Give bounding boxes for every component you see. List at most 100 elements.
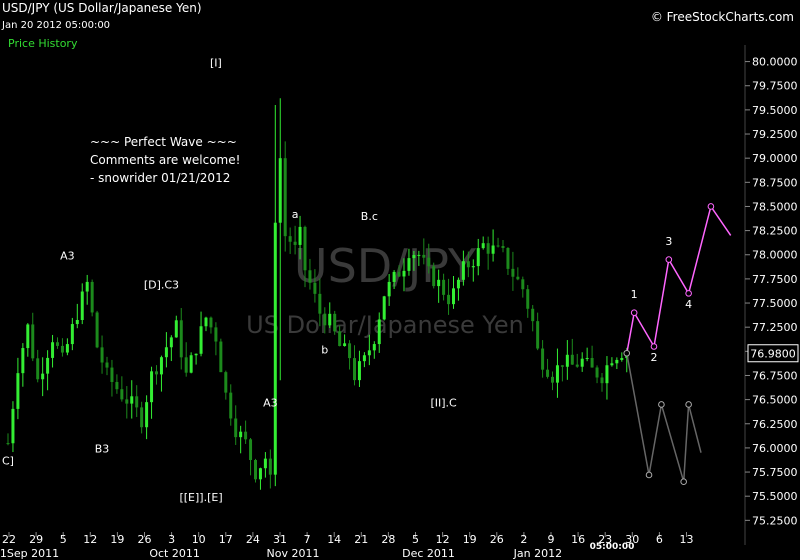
- x-month-label: Jan 2012: [513, 547, 562, 560]
- y-tick-label: 77.7500: [752, 273, 798, 286]
- x-tick-label: 2: [520, 533, 527, 546]
- candle-body: [140, 407, 144, 428]
- candle-body: [343, 343, 347, 347]
- candle-body: [199, 326, 203, 354]
- candle-body: [560, 365, 564, 367]
- candle-body: [555, 365, 559, 383]
- projection-wave-label: 4: [685, 298, 692, 311]
- candle-body: [481, 243, 485, 249]
- x-tick-label: 12: [83, 533, 97, 546]
- candle-body: [610, 363, 614, 366]
- candle-body: [11, 408, 15, 444]
- projection-alt-point: [680, 478, 687, 486]
- x-month-label: 2011Sep 2011: [0, 547, 59, 560]
- current-price-label: 76.9800: [750, 347, 796, 360]
- candle-body: [31, 324, 35, 359]
- candle-body: [219, 341, 223, 373]
- candle-body: [377, 319, 381, 345]
- candle-body: [318, 293, 322, 314]
- candle-body: [65, 344, 69, 353]
- candle-body: [100, 347, 104, 363]
- wave-label: [II].C: [430, 396, 457, 409]
- candle-body: [338, 331, 342, 347]
- candle-body: [273, 222, 277, 475]
- projection-wave-label: 1: [631, 288, 638, 301]
- x-tick-label: 29: [29, 533, 43, 546]
- x-tick-label: 9: [548, 533, 555, 546]
- candle-body: [432, 266, 436, 287]
- y-tick-label: 78.0000: [752, 249, 798, 262]
- candle-body: [75, 320, 79, 325]
- candle-body: [155, 371, 158, 375]
- candle-body: [115, 381, 119, 390]
- y-tick-label: 75.2500: [752, 514, 798, 527]
- candle-body: [174, 320, 178, 338]
- x-tick-label: 5: [412, 533, 419, 546]
- candle-body: [204, 317, 208, 327]
- candle-body: [476, 248, 480, 267]
- comment-line-3: - snowrider 01/21/2012: [90, 171, 230, 185]
- candle-body: [328, 313, 332, 326]
- candle-body: [130, 396, 134, 404]
- y-tick-label: 78.2500: [752, 225, 798, 238]
- x-month-label: Dec 2011: [402, 547, 455, 560]
- candle-body: [580, 358, 584, 367]
- y-tick-label: 76.7500: [752, 369, 798, 382]
- candle-body: [6, 443, 10, 445]
- candle-body: [95, 312, 99, 348]
- x-tick-label: 24: [246, 533, 260, 546]
- candle-body: [125, 399, 129, 404]
- candle-body: [387, 281, 391, 297]
- projection-up-point: [707, 203, 715, 210]
- candle-body: [283, 158, 287, 237]
- y-tick-label: 79.2500: [752, 128, 798, 141]
- time-cursor-label: 05:00:00: [590, 542, 635, 552]
- x-tick-label: 13: [680, 533, 694, 546]
- price-chart[interactable]: USD/JPY US Dollar/Japanese Yen ~~~ Perfe…: [0, 0, 800, 560]
- candle-body: [615, 359, 619, 364]
- candle-body: [442, 279, 446, 295]
- projection-wave-label: 3: [665, 235, 672, 248]
- candle-body: [407, 258, 411, 271]
- x-month-label: Oct 2011: [149, 547, 200, 560]
- candle-body: [357, 361, 361, 381]
- x-tick-label: 26: [138, 533, 152, 546]
- candle-body: [471, 266, 475, 268]
- projection-alt-point: [658, 401, 665, 408]
- candle-body: [526, 289, 530, 309]
- x-tick-label: 31: [273, 533, 287, 546]
- x-tick-label: 28: [381, 533, 395, 546]
- candle-body: [486, 243, 490, 254]
- x-tick-label: 19: [463, 533, 477, 546]
- x-tick-label: 5: [60, 533, 67, 546]
- y-tick-label: 77.2500: [752, 321, 798, 334]
- y-tick-label: 76.5000: [752, 394, 798, 407]
- wave-label: B.c: [361, 210, 378, 223]
- candle-body: [511, 268, 515, 277]
- x-tick-label: 7: [304, 533, 311, 546]
- price-axis: 75.2500 75.5000 75.7500 76.0000 76.2500 76.50…: [745, 56, 798, 527]
- candle-body: [288, 236, 292, 242]
- x-tick-label: 21: [354, 533, 368, 546]
- watermark-symbol: USD/JPY: [294, 239, 477, 293]
- candle-body: [85, 281, 89, 292]
- x-tick-label: 19: [110, 533, 124, 546]
- candle-body: [169, 337, 173, 348]
- candle-body: [348, 343, 352, 359]
- x-tick-label: 3: [168, 533, 175, 546]
- projection-up-line: [626, 204, 732, 354]
- candle-body: [224, 372, 228, 393]
- candle-body: [402, 270, 406, 277]
- candle-body: [26, 324, 30, 349]
- candle-body: [417, 254, 421, 256]
- candle-body: [412, 255, 416, 259]
- projection-up-point: [665, 256, 673, 263]
- current-price-marker: 76.9800: [747, 344, 799, 363]
- candle-body: [570, 354, 574, 365]
- candle-body: [466, 261, 470, 268]
- candle-body: [135, 396, 139, 408]
- candle-body: [60, 345, 64, 353]
- candle-body: [456, 279, 460, 289]
- x-month-label: Nov 2011: [267, 547, 320, 560]
- candle-body: [427, 257, 431, 267]
